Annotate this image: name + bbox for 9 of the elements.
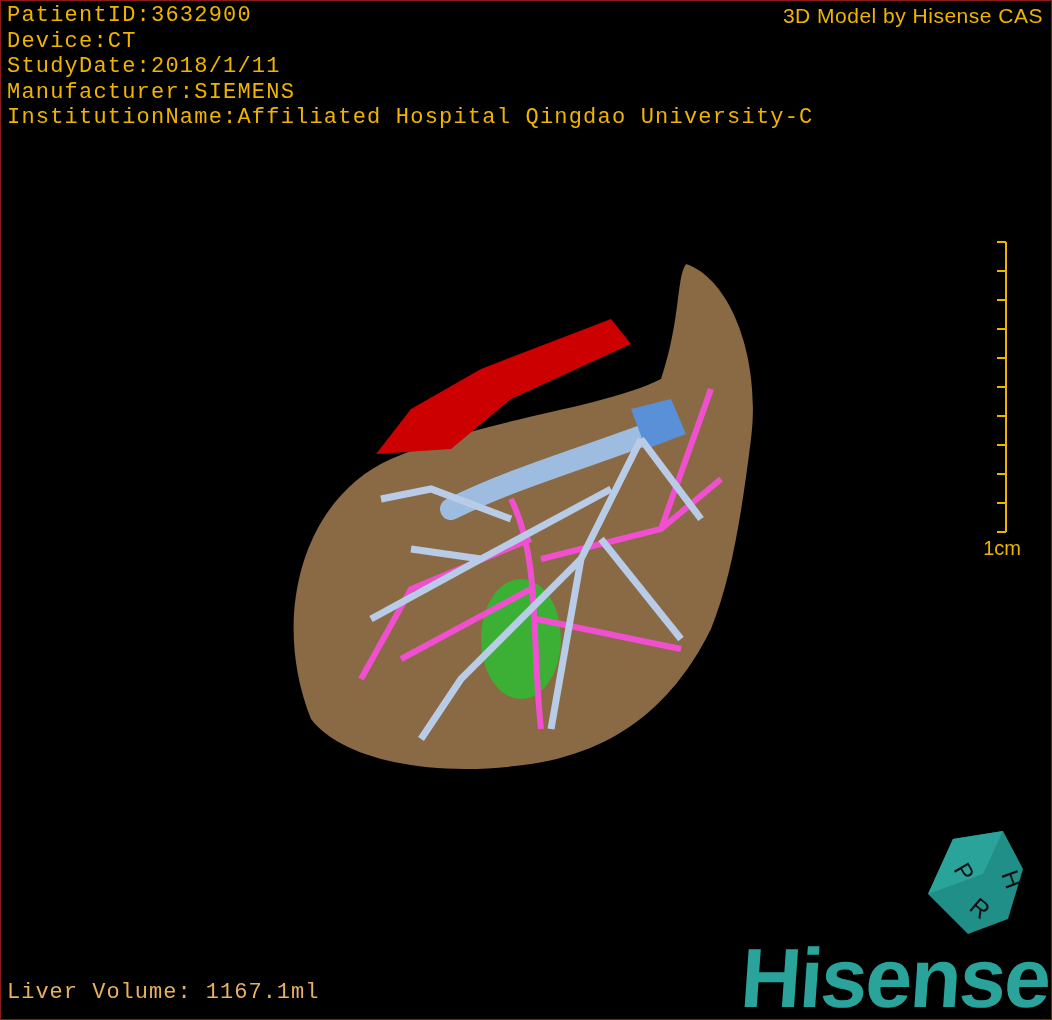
viewer-title: 3D Model by Hisense CAS [782, 3, 1043, 29]
patient-info-text: PatientID:3632900 [7, 3, 252, 29]
brand-logo: Hisense [738, 943, 1052, 1013]
patient-info-text: InstitutionName:Affiliated Hospital Qingdao University-C [7, 105, 815, 131]
patient-info-text: StudyDate:2018/1/11 [7, 54, 282, 80]
patient-info-text: Device:CT [7, 28, 138, 54]
scale-label: 1cm [983, 536, 1021, 559]
liver-volume-text: Liver Volume: 1167.1ml [7, 980, 320, 1005]
patient-info-text: Manufacturer:SIEMENS [7, 79, 297, 105]
